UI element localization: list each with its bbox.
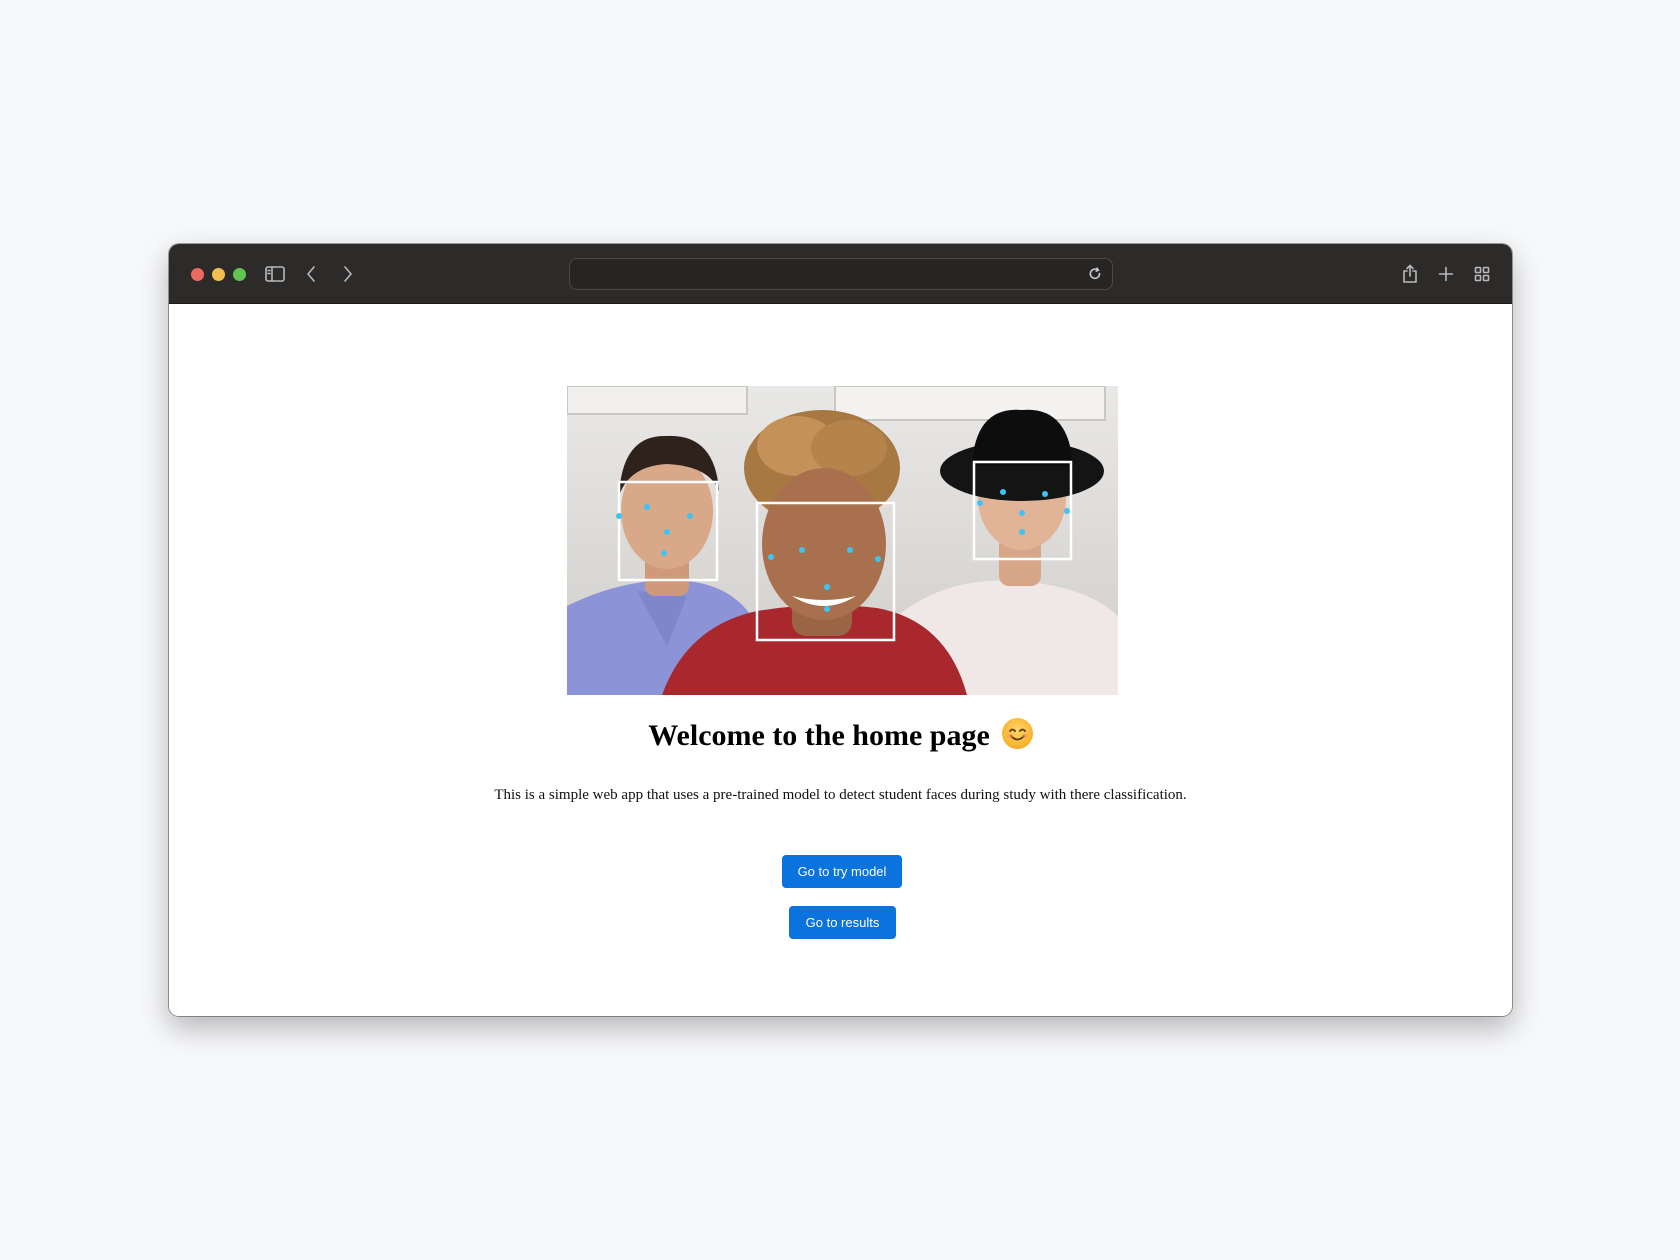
address-bar[interactable] — [569, 258, 1113, 290]
forward-icon[interactable] — [334, 260, 362, 288]
page-description: This is a simple web app that uses a pre… — [494, 787, 1187, 803]
reload-icon[interactable] — [1082, 261, 1108, 287]
page-title-text: Welcome to the home page — [648, 719, 990, 752]
url-input[interactable] — [580, 259, 1070, 289]
new-tab-icon[interactable] — [1432, 260, 1460, 288]
page-content: Welcome to the home page This is a simpl… — [169, 304, 1512, 1016]
tab-overview-icon[interactable] — [1468, 260, 1496, 288]
smiling-face-icon — [1001, 718, 1033, 749]
hero-face-detection-image — [567, 386, 1118, 695]
sidebar-icon[interactable] — [261, 260, 289, 288]
share-icon[interactable] — [1396, 260, 1424, 288]
go-to-try-model-button[interactable]: Go to try model — [782, 855, 902, 888]
browser-toolbar — [169, 244, 1512, 304]
back-icon[interactable] — [297, 260, 325, 288]
zoom-window-button[interactable] — [233, 268, 246, 281]
minimize-window-button[interactable] — [212, 268, 225, 281]
browser-window: Welcome to the home page This is a simpl… — [169, 244, 1512, 1016]
close-window-button[interactable] — [191, 268, 204, 281]
go-to-results-button[interactable]: Go to results — [789, 906, 896, 939]
page-title: Welcome to the home page — [169, 718, 1512, 753]
